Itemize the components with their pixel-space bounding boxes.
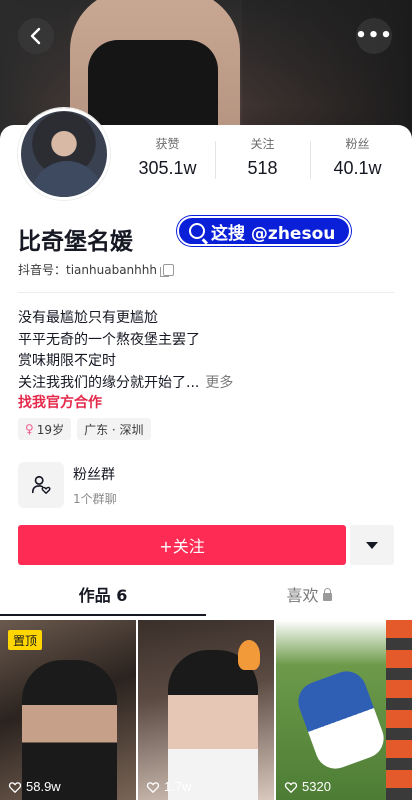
official-cooperation-link[interactable]: 找我官方合作 (18, 392, 102, 412)
profile-tabs: 作品 6 喜欢 (0, 580, 412, 616)
stat-label: 粉丝 (345, 137, 370, 151)
video-thumbnail[interactable]: 5320 (276, 620, 412, 800)
heart-icon (8, 781, 22, 793)
fan-group-entry[interactable]: 粉丝群 1个群聊 (18, 462, 117, 508)
douyin-id[interactable]: 抖音号： tianhuabanhhh (18, 261, 174, 278)
bio-line: 没有最尴尬只有更尴尬 (18, 310, 158, 326)
search-tag-overlay: 这搜 @zhesou (177, 216, 352, 246)
avatar[interactable] (18, 108, 110, 200)
stat-label: 关注 (250, 137, 275, 151)
profile-stats: 获赞 305.1w 关注 518 粉丝 40.1w (120, 135, 405, 185)
stat-likes[interactable]: 获赞 305.1w (120, 135, 215, 185)
location-text: 广东 · 深圳 (84, 422, 144, 437)
divider (18, 292, 394, 293)
bio-line-last: 关注我我们的缘分就开始了... 更多 (18, 373, 233, 395)
fan-group-title: 粉丝群 (73, 466, 115, 483)
search-tag-text: 这搜 @zhesou (211, 223, 336, 244)
douyin-id-value: tianhuabanhhh (66, 262, 157, 277)
search-icon (189, 223, 205, 239)
heart-icon (146, 781, 160, 793)
copy-icon[interactable] (159, 263, 174, 277)
video-thumbnail[interactable]: 置顶 58.9w (0, 620, 136, 800)
bio-line: 赏味期限不定时 (18, 353, 116, 369)
age-text: 19岁 (36, 422, 65, 437)
heart-icon (284, 781, 298, 793)
bio-more-link[interactable]: 更多 (205, 375, 233, 391)
profile-name: 比奇堡名媛 (18, 229, 133, 255)
back-button[interactable] (18, 18, 54, 54)
bio-line: 关注我我们的缘分就开始了... (18, 374, 200, 391)
more-options-button[interactable]: ••• (355, 18, 393, 54)
caret-down-icon (366, 541, 378, 549)
stat-value: 305.1w (138, 158, 197, 178)
stat-followers[interactable]: 粉丝 40.1w (310, 135, 405, 185)
video-likes-count: 58.9w (26, 779, 61, 794)
stat-label: 获赞 (155, 137, 180, 151)
location-chip: 广东 · 深圳 (77, 418, 151, 440)
video-likes: 1.7w (146, 779, 191, 794)
female-icon: ♀ (25, 422, 34, 436)
lock-icon (322, 588, 332, 601)
more-dots-icon: ••• (355, 25, 393, 46)
video-likes: 58.9w (8, 779, 61, 794)
video-thumbnail[interactable]: 1.7w (138, 620, 274, 800)
bio-line: 平平无奇的一个熬夜堡主罢了 (18, 331, 200, 348)
video-likes-count: 5320 (302, 779, 331, 794)
group-heart-icon (31, 475, 51, 494)
stat-value: 518 (247, 158, 278, 178)
age-chip: ♀ 19岁 (18, 418, 72, 440)
stat-following[interactable]: 关注 518 (215, 135, 310, 185)
chevron-left-icon (30, 27, 41, 45)
video-likes-count: 1.7w (164, 779, 192, 794)
follow-button[interactable]: +关注 (18, 525, 346, 565)
douyin-id-label: 抖音号： (18, 263, 67, 277)
pinned-badge: 置顶 (8, 630, 43, 650)
stat-value: 40.1w (333, 158, 382, 178)
video-likes: 5320 (284, 779, 331, 794)
tab-likes-label: 喜欢 (286, 586, 319, 605)
video-grid: 置顶 58.9w 1.7w 5320 (0, 620, 412, 800)
follow-dropdown-button[interactable] (350, 525, 394, 565)
tab-likes[interactable]: 喜欢 (206, 580, 412, 616)
tab-works[interactable]: 作品 6 (0, 580, 206, 616)
bio: 没有最尴尬只有更尴尬 平平无奇的一个熬夜堡主罢了 赏味期限不定时 关注我我们的缘… (18, 308, 233, 394)
fan-group-count: 1个群聊 (73, 491, 117, 506)
fan-group-icon (18, 462, 64, 508)
profile-tags: ♀ 19岁 广东 · 深圳 (18, 418, 151, 440)
